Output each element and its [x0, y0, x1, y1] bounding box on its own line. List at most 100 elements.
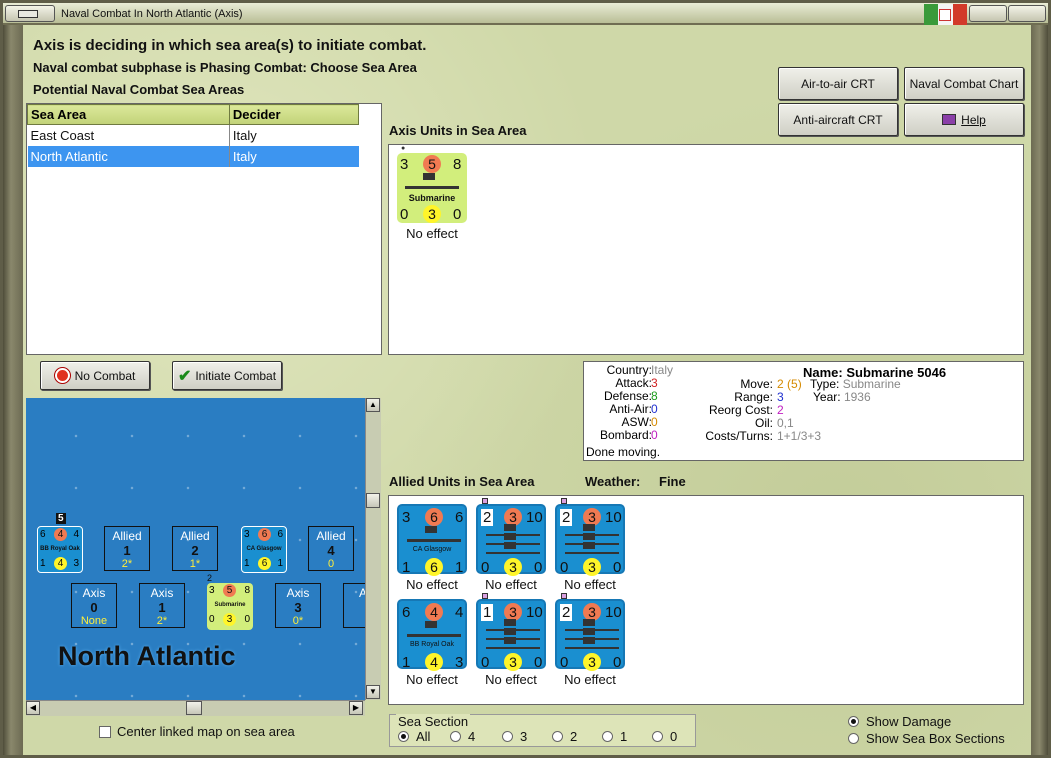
weather-value: Fine [659, 474, 686, 489]
sea-section-radio[interactable] [450, 731, 461, 742]
unit-counter[interactable]: 6 4 4 BB Royal Oak 1 4 3 [397, 599, 467, 671]
window: Naval Combat In North Atlantic (Axis) Ax… [0, 0, 1051, 758]
sea-section-radio[interactable] [602, 731, 613, 742]
map-vertical-scrollbar[interactable]: ▲ ▼ [365, 398, 381, 700]
map-horizontal-scrollbar[interactable]: ◀ ▶ [26, 700, 365, 716]
unit-value: 3 [583, 558, 601, 576]
sea-section-option-label: 0 [670, 729, 678, 744]
no-combat-button[interactable]: No Combat [40, 361, 150, 390]
info-value: 1936 [843, 390, 871, 404]
unit-counter[interactable]: 2 3 10 0 3 0 [476, 498, 546, 576]
map-sea-box[interactable]: Axis 0 None [71, 583, 117, 628]
scroll-thumb[interactable] [186, 701, 202, 715]
map-sea-box[interactable]: Axis 3 0* [275, 583, 321, 628]
unit-value: 3 [244, 529, 250, 540]
unit-value: 1 [277, 558, 283, 569]
box-number: 1 [123, 543, 131, 558]
sea-section-radio[interactable] [652, 731, 663, 742]
unit-value: 0 [534, 654, 543, 671]
info-value: 0 [651, 428, 658, 442]
map-unit-counter[interactable]: 3 6 6 CA Glasgow 1 6 1 [241, 526, 287, 573]
unit-counter[interactable]: ● 3 5 8 Submarine 0 3 0 [397, 145, 467, 223]
unit-counter[interactable]: 3 6 6 CA Glasgow 1 6 1 [397, 504, 467, 576]
anti-aircraft-crt-button[interactable]: Anti-aircraft CRT [778, 103, 898, 136]
unit-value: 2 [560, 604, 573, 621]
initiate-combat-button[interactable]: ✔ Initiate Combat [172, 361, 282, 390]
warship-icon [407, 621, 461, 637]
map-sea-box[interactable]: Ax [343, 583, 365, 628]
unit-value: 0 [481, 559, 490, 576]
sea-area-map[interactable]: 6 4 4 BB Royal Oak 1 4 3 Allied 1 2* Allied 2 1* 3 6 6 C… [26, 398, 365, 700]
help-button[interactable]: Help [904, 103, 1024, 136]
italy-flag-icon [924, 4, 967, 25]
map-sea-box[interactable]: Allied 2 1* [172, 526, 218, 571]
unit-counter[interactable]: 2 3 10 0 3 0 [555, 498, 625, 576]
maximize-button[interactable] [969, 5, 1007, 22]
map-sea-box[interactable]: Axis 1 2* [139, 583, 185, 628]
scroll-down-arrow[interactable]: ▼ [366, 685, 380, 699]
unit-value: 3 [583, 653, 601, 671]
left-frame [3, 25, 23, 755]
show-damage-label: Show Damage [866, 714, 952, 729]
potential-label: Potential Naval Combat Sea Areas [33, 82, 245, 97]
scroll-up-arrow[interactable]: ▲ [366, 398, 380, 412]
sea-section-option-label: 3 [520, 729, 528, 744]
unit-counter[interactable]: 2 3 10 0 3 0 [555, 593, 625, 671]
scroll-thumb[interactable] [366, 493, 380, 508]
scroll-right-arrow[interactable]: ▶ [349, 701, 363, 715]
sea-section-label: Sea Section [396, 714, 471, 729]
unit-value: 5 [223, 584, 236, 597]
map-unit-counter[interactable]: 6 4 4 BB Royal Oak 1 4 3 [37, 526, 83, 573]
map-sea-box[interactable]: Allied 1 2* [104, 526, 150, 571]
box-side: Ax [358, 586, 365, 600]
unit-effect: No effect [485, 577, 537, 592]
info-key: Costs/Turns: [705, 429, 773, 443]
map-sea-box[interactable]: Allied 4 0 [308, 526, 354, 571]
naval-combat-chart-button[interactable]: Naval Combat Chart [904, 67, 1024, 100]
close-button[interactable] [1008, 5, 1046, 22]
box-side: Axis [286, 586, 310, 600]
sea-section-radio[interactable] [398, 731, 409, 742]
unit-value: 1 [481, 604, 494, 621]
info-value: Submarine [842, 377, 901, 391]
unit-value: 3 [504, 653, 522, 671]
no-entry-icon [53, 367, 71, 384]
scroll-left-arrow[interactable]: ◀ [26, 701, 40, 715]
table-row[interactable]: East Coast Italy [27, 124, 359, 146]
unit-counter[interactable]: 1 3 10 0 3 0 [476, 593, 546, 671]
unit-value: 0 [481, 654, 490, 671]
sea-section-radio[interactable] [502, 731, 513, 742]
unit-effect: No effect [564, 577, 616, 592]
unit-effect: No effect [564, 672, 616, 687]
info-values-left: Italy 3 8 0 0 0 [651, 364, 673, 442]
info-value: 2 [777, 377, 784, 391]
unit-info-panel: Country: Attack: Defense: Anti-Air: ASW:… [583, 361, 1024, 461]
unit-badge-icon [561, 498, 567, 504]
unit-value: 0 [560, 654, 569, 671]
column-header-decider[interactable]: Decider [228, 104, 360, 125]
unit-value: 3 [209, 585, 215, 596]
unit-value: 6 [258, 528, 271, 541]
unit-value: 4 [455, 604, 464, 621]
table-row-selected[interactable]: North Atlantic Italy [27, 145, 359, 167]
unit-name: Submarine [214, 602, 246, 608]
unit-badge-icon [482, 498, 488, 504]
unit-value: 3 [400, 156, 409, 173]
show-sections-radio[interactable] [848, 733, 859, 744]
show-damage-radio[interactable] [848, 716, 859, 727]
system-menu-button[interactable] [5, 5, 55, 22]
map-unit-counter[interactable]: 3 5 8 Submarine 0 3 0 [207, 583, 253, 630]
center-map-checkbox[interactable] [99, 726, 111, 738]
box-number: 0 [90, 600, 98, 615]
unit-value: 6 [402, 604, 411, 621]
sea-section-radio[interactable] [552, 731, 563, 742]
info-key: Year: [813, 390, 841, 404]
unit-value: 6 [277, 529, 283, 540]
sea-section-option-label: 1 [620, 729, 628, 744]
air-to-air-crt-button[interactable]: Air-to-air CRT [778, 67, 898, 100]
unit-value: 3 [423, 205, 441, 223]
column-header-sea-area[interactable]: Sea Area [27, 104, 230, 125]
help-label: Help [961, 112, 986, 127]
unit-value: 4 [425, 653, 443, 671]
unit-value: 6 [40, 529, 46, 540]
